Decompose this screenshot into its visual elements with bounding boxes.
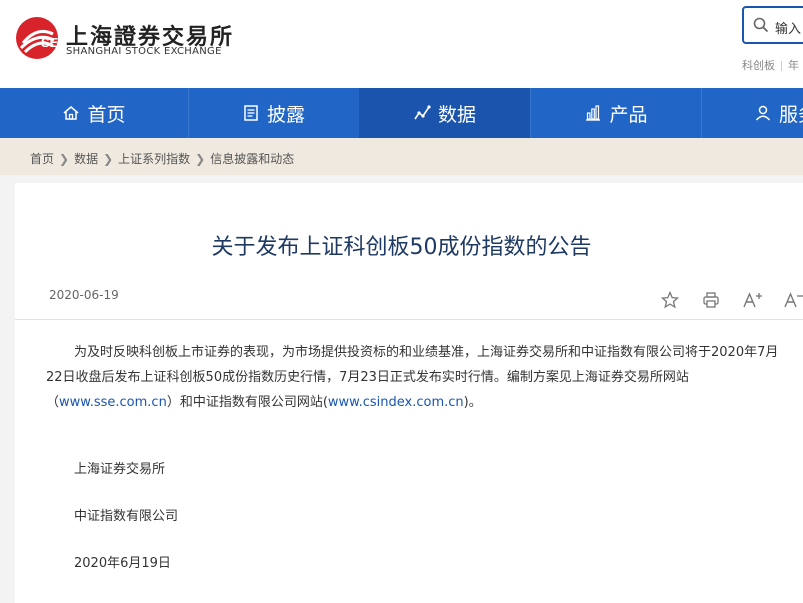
font-decrease-icon xyxy=(784,292,803,308)
signature-date: 2020年6月19日 xyxy=(74,556,171,571)
search-placeholder[interactable]: 输入 xyxy=(775,18,801,37)
breadcrumb-disclosure-news[interactable]: 信息披露和动态 xyxy=(210,152,294,166)
csindex-website-link[interactable]: www.csindex.com.cn xyxy=(328,395,464,410)
home-icon xyxy=(63,106,79,120)
breadcrumb-home[interactable]: 首页 xyxy=(30,152,54,166)
nav-item-disclosure[interactable]: 披露 xyxy=(189,88,358,138)
sse-logo-icon: SE xyxy=(16,17,59,59)
chevron-right-icon: ❯ xyxy=(59,152,70,166)
breadcrumb-bar: 首页 ❯ 数据 ❯ 上证系列指数 ❯ 信息披露和动态 xyxy=(0,138,803,175)
sse-website-link[interactable]: www.sse.com.cn xyxy=(59,395,167,410)
font-decrease-button[interactable] xyxy=(783,291,803,309)
font-increase-icon xyxy=(743,292,762,308)
body-text-part3: )。 xyxy=(463,395,482,410)
nav-item-label: 服务 xyxy=(779,103,803,126)
nav-item-label: 数据 xyxy=(437,103,476,126)
font-increase-button[interactable] xyxy=(742,291,764,309)
print-icon xyxy=(703,292,719,308)
nav-item-products[interactable]: 产品 xyxy=(531,88,701,138)
document-icon xyxy=(244,105,258,121)
quick-links: 科创板年 xyxy=(742,57,799,73)
quick-link-star-market[interactable]: 科创板 xyxy=(742,59,775,72)
chart-icon xyxy=(414,105,431,120)
print-button[interactable] xyxy=(702,291,720,309)
search-box[interactable]: 输入 xyxy=(742,6,803,44)
favorite-button[interactable] xyxy=(661,291,679,309)
user-icon xyxy=(755,105,771,121)
article-body: 为及时反映科创板上市证券的表现，为市场提供投资标的和业绩基准，上海证券交易所和中… xyxy=(46,340,786,415)
quick-link-annual[interactable]: 年 xyxy=(788,59,799,72)
article-title: 关于发布上证科创板50成份指数的公告 xyxy=(211,235,592,260)
signature-sse: 上海证券交易所 xyxy=(74,462,166,477)
article-date: 2020-06-19 xyxy=(49,288,119,302)
svg-text:SE: SE xyxy=(41,35,59,50)
breadcrumb-sse-index[interactable]: 上证系列指数 xyxy=(118,152,190,166)
bar-chart-icon xyxy=(586,105,601,121)
chevron-right-icon: ❯ xyxy=(103,152,114,166)
body-text-part2: ）和中证指数有限公司网站( xyxy=(166,395,328,410)
search-icon[interactable] xyxy=(753,17,769,33)
sse-logo[interactable]: SE xyxy=(15,16,59,60)
nav-item-home[interactable]: 首页 xyxy=(0,88,188,138)
chevron-right-icon: ❯ xyxy=(195,152,206,166)
site-header: SE 上海證券交易所 SHANGHAI STOCK EXCHANGE 输入 科创… xyxy=(0,0,803,88)
logo-english-name: SHANGHAI STOCK EXCHANGE xyxy=(66,46,222,57)
breadcrumb-data[interactable]: 数据 xyxy=(74,152,98,166)
breadcrumb: 首页 ❯ 数据 ❯ 上证系列指数 ❯ 信息披露和动态 xyxy=(30,150,294,167)
main-nav: 首页 披露 数据 产品 服务 xyxy=(0,88,803,138)
article-divider xyxy=(15,319,803,320)
quick-link-separator xyxy=(781,61,782,71)
star-icon xyxy=(661,291,679,309)
nav-item-label: 披露 xyxy=(266,103,305,126)
nav-item-data[interactable]: 数据 xyxy=(359,88,530,138)
nav-item-label: 首页 xyxy=(87,103,126,126)
nav-item-label: 产品 xyxy=(609,103,648,126)
signature-csindex: 中证指数有限公司 xyxy=(74,509,179,524)
nav-item-services[interactable]: 服务 xyxy=(702,88,803,138)
